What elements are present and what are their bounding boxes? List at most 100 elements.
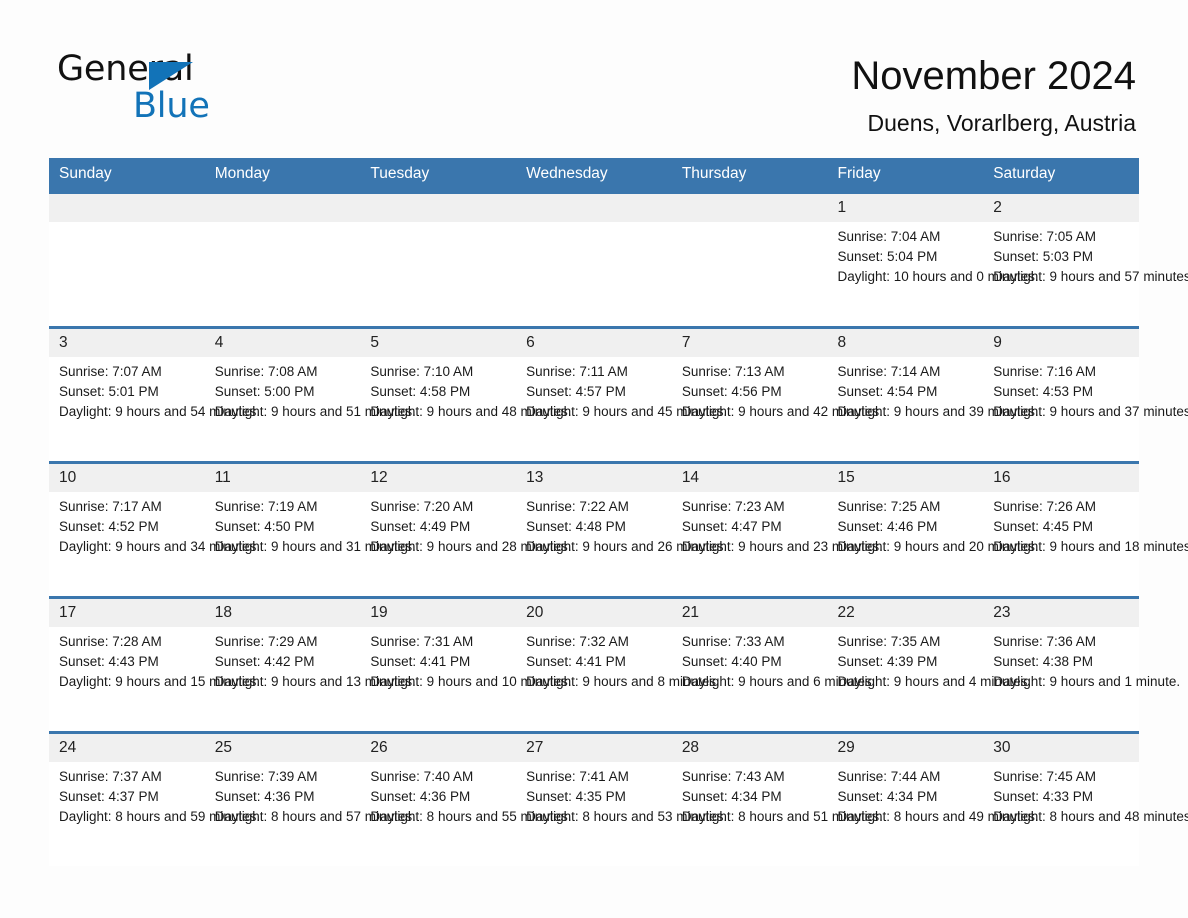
sunset-text: Sunset: 4:54 PM <box>837 384 938 399</box>
calendar-day-cell[interactable]: 14 Sunrise: 7:23 AM Sunset: 4:47 PM Dayligh… <box>671 461 883 598</box>
day-number: 23 <box>983 599 1139 627</box>
calendar-day-cell[interactable]: 20 Sunrise: 7:32 AM Sunset: 4:41 PM Dayligh… <box>516 596 720 733</box>
day-details: Sunrise: 7:41 AM Sunset: 4:35 PM Daylight:… <box>516 762 728 827</box>
sunrise-text: Sunrise: 7:35 AM <box>837 634 941 649</box>
calendar-day-cell[interactable]: 11 Sunrise: 7:19 AM Sunset: 4:50 PM Dayligh… <box>204 461 416 598</box>
sunset-text: Sunset: 5:01 PM <box>59 384 159 399</box>
calendar-day-cell[interactable]: 24 Sunrise: 7:37 AM Sunset: 4:37 PM Dayligh… <box>49 731 260 866</box>
calendar-day-cell[interactable]: 25 Sunrise: 7:39 AM Sunset: 4:36 PM Dayligh… <box>204 731 416 866</box>
sunrise-text: Sunrise: 7:19 AM <box>214 499 318 514</box>
daylight-text: Daylight: 8 hours and 49 minutes. <box>837 809 1039 824</box>
sunrise-text: Sunrise: 7:28 AM <box>59 634 162 649</box>
sunrise-text: Sunrise: 7:39 AM <box>214 769 318 784</box>
calendar-day-cell[interactable]: 3 Sunrise: 7:07 AM Sunset: 5:01 PM Daylight… <box>49 326 260 463</box>
daylight-text: Daylight: 9 hours and 10 minutes. <box>370 674 572 689</box>
day-number: 5 <box>360 329 517 357</box>
calendar-day-cell[interactable]: 2 Sunrise: 7:05 AM Sunset: 5:03 PM Daylight… <box>983 191 1188 328</box>
weekday-header-sunday: Sunday <box>49 158 205 193</box>
calendar-day-cell[interactable]: 13 Sunrise: 7:22 AM Sunset: 4:48 PM Dayligh… <box>516 461 727 598</box>
day-details: Sunrise: 7:33 AM Sunset: 4:40 PM Daylight:… <box>672 627 876 692</box>
sunrise-text: Sunrise: 7:45 AM <box>993 769 1097 784</box>
day-number: 3 <box>49 329 205 357</box>
daylight-text: Daylight: 9 hours and 4 minutes. <box>837 674 1032 689</box>
calendar-day-cell[interactable]: 16 Sunrise: 7:26 AM Sunset: 4:45 PM Dayligh… <box>983 461 1188 598</box>
calendar-day-cell[interactable]: 1 Sunrise: 7:04 AM Sunset: 5:04 PM Daylight… <box>827 191 1039 328</box>
sunrise-text: Sunrise: 7:23 AM <box>681 499 785 514</box>
sunset-text: Sunset: 4:48 PM <box>526 519 626 534</box>
calendar-day-cell[interactable]: 19 Sunrise: 7:31 AM Sunset: 4:41 PM Dayligh… <box>360 596 572 733</box>
day-number: 28 <box>671 734 828 762</box>
title-block: November 2024 Duens, Vorarlberg, Austria <box>851 50 1136 138</box>
day-details: Sunrise: 7:36 AM Sunset: 4:38 PM Daylight:… <box>983 627 1181 692</box>
day-details: Sunrise: 7:44 AM Sunset: 4:34 PM Daylight:… <box>828 762 1039 827</box>
calendar-day-cell[interactable]: 8 Sunrise: 7:14 AM Sunset: 4:54 PM Daylight… <box>827 326 1039 463</box>
calendar-day-cell[interactable]: 28 Sunrise: 7:43 AM Sunset: 4:34 PM Dayligh… <box>671 731 883 866</box>
day-details: Sunrise: 7:29 AM Sunset: 4:42 PM Daylight:… <box>205 627 416 692</box>
calendar-day-cell[interactable]: 18 Sunrise: 7:29 AM Sunset: 4:42 PM Dayligh… <box>204 596 416 733</box>
day-details: Sunrise: 7:23 AM Sunset: 4:47 PM Daylight:… <box>672 492 883 557</box>
sunrise-text: Sunrise: 7:16 AM <box>993 364 1097 379</box>
calendar-day-cell[interactable]: 26 Sunrise: 7:40 AM Sunset: 4:36 PM Dayligh… <box>360 731 572 866</box>
day-number: 14 <box>671 464 828 492</box>
day-details: Sunrise: 7:28 AM Sunset: 4:43 PM Daylight:… <box>49 627 261 692</box>
calendar-page: General Blue November 2024 Duens, Vorarl… <box>0 0 1188 918</box>
generalblue-logo[interactable]: General Blue <box>57 50 357 130</box>
daylight-text: Daylight: 9 hours and 1 minute. <box>993 674 1181 689</box>
daylight-text: Daylight: 9 hours and 31 minutes. <box>214 539 416 554</box>
calendar-day-cell[interactable]: 5 Sunrise: 7:10 AM Sunset: 4:58 PM Daylight… <box>360 326 572 463</box>
page-subtitle-location: Duens, Vorarlberg, Austria <box>867 110 1136 136</box>
sunset-text: Sunset: 4:50 PM <box>214 519 315 534</box>
day-number: 17 <box>49 599 205 627</box>
sunrise-text: Sunrise: 7:41 AM <box>526 769 629 784</box>
calendar-day-cell[interactable]: 15 Sunrise: 7:25 AM Sunset: 4:46 PM Dayligh… <box>827 461 1039 598</box>
day-number: 2 <box>983 194 1139 222</box>
weekday-header-monday: Monday <box>204 158 361 193</box>
day-number: 7 <box>671 329 828 357</box>
calendar-day-cell[interactable]: 4 Sunrise: 7:08 AM Sunset: 5:00 PM Daylight… <box>204 326 416 463</box>
day-number <box>671 194 828 222</box>
calendar-day-cell[interactable]: 29 Sunrise: 7:44 AM Sunset: 4:34 PM Dayligh… <box>827 731 1039 866</box>
day-number <box>516 194 672 222</box>
page-header: General Blue November 2024 Duens, Vorarl… <box>0 0 1188 155</box>
calendar-week-row: 1 Sunrise: 7:04 AM Sunset: 5:04 PM Daylight… <box>49 191 1188 328</box>
calendar-day-cell[interactable]: 23 Sunrise: 7:36 AM Sunset: 4:38 PM Dayligh… <box>983 596 1181 733</box>
calendar-day-cell[interactable]: 22 Sunrise: 7:35 AM Sunset: 4:39 PM Dayligh… <box>827 596 1032 733</box>
calendar-day-cell[interactable]: 21 Sunrise: 7:33 AM Sunset: 4:40 PM Dayligh… <box>671 596 876 733</box>
sunrise-text: Sunrise: 7:44 AM <box>837 769 941 784</box>
daylight-text: Daylight: 8 hours and 57 minutes. <box>214 809 416 824</box>
daylight-text: Daylight: 9 hours and 15 minutes. <box>59 674 261 689</box>
day-number: 29 <box>827 734 984 762</box>
calendar-week-row: 3 Sunrise: 7:07 AM Sunset: 5:01 PM Daylight… <box>49 326 1188 463</box>
sunset-text: Sunset: 4:49 PM <box>370 519 471 534</box>
sunrise-text: Sunrise: 7:17 AM <box>59 499 162 514</box>
day-number <box>204 194 361 222</box>
calendar-day-cell[interactable]: 10 Sunrise: 7:17 AM Sunset: 4:52 PM Dayligh… <box>49 461 261 598</box>
day-details: Sunrise: 7:25 AM Sunset: 4:46 PM Daylight:… <box>828 492 1039 557</box>
daylight-text: Daylight: 9 hours and 37 minutes. <box>993 404 1188 419</box>
calendar-day-cell[interactable]: 9 Sunrise: 7:16 AM Sunset: 4:53 PM Daylight… <box>983 326 1188 463</box>
day-number <box>49 194 205 222</box>
day-number: 18 <box>204 599 361 627</box>
calendar-day-cell[interactable]: 17 Sunrise: 7:28 AM Sunset: 4:43 PM Dayligh… <box>49 596 261 733</box>
daylight-text: Daylight: 9 hours and 34 minutes. <box>59 539 261 554</box>
daylight-text: Daylight: 8 hours and 53 minutes. <box>526 809 728 824</box>
day-details: Sunrise: 7:19 AM Sunset: 4:50 PM Daylight:… <box>205 492 416 557</box>
calendar-day-cell-empty <box>671 191 828 328</box>
calendar-day-cell[interactable]: 6 Sunrise: 7:11 AM Sunset: 4:57 PM Daylight… <box>516 326 727 463</box>
sunrise-text: Sunrise: 7:07 AM <box>59 364 162 379</box>
calendar-day-cell[interactable]: 27 Sunrise: 7:41 AM Sunset: 4:35 PM Dayligh… <box>516 731 728 866</box>
sunrise-text: Sunrise: 7:26 AM <box>993 499 1097 514</box>
daylight-text: Daylight: 10 hours and 0 minutes. <box>837 269 1039 284</box>
day-details: Sunrise: 7:14 AM Sunset: 4:54 PM Daylight:… <box>828 357 1039 422</box>
sunrise-text: Sunrise: 7:43 AM <box>681 769 785 784</box>
daylight-text: Daylight: 9 hours and 28 minutes. <box>370 539 572 554</box>
calendar-header-row: Sunday Monday Tuesday Wednesday Thursday Frid… <box>49 158 1139 193</box>
calendar-day-cell[interactable]: 12 Sunrise: 7:20 AM Sunset: 4:49 PM Dayligh… <box>360 461 572 598</box>
weekday-header-tuesday: Tuesday <box>360 158 517 193</box>
calendar-day-cell[interactable]: 30 Sunrise: 7:45 AM Sunset: 4:33 PM Dayligh… <box>983 731 1188 866</box>
daylight-text: Daylight: 9 hours and 6 minutes. <box>681 674 876 689</box>
sunset-text: Sunset: 4:34 PM <box>681 789 782 804</box>
day-details: Sunrise: 7:16 AM Sunset: 4:53 PM Daylight:… <box>983 357 1188 422</box>
sunset-text: Sunset: 4:53 PM <box>993 384 1094 399</box>
calendar-day-cell[interactable]: 7 Sunrise: 7:13 AM Sunset: 4:56 PM Daylight… <box>671 326 883 463</box>
